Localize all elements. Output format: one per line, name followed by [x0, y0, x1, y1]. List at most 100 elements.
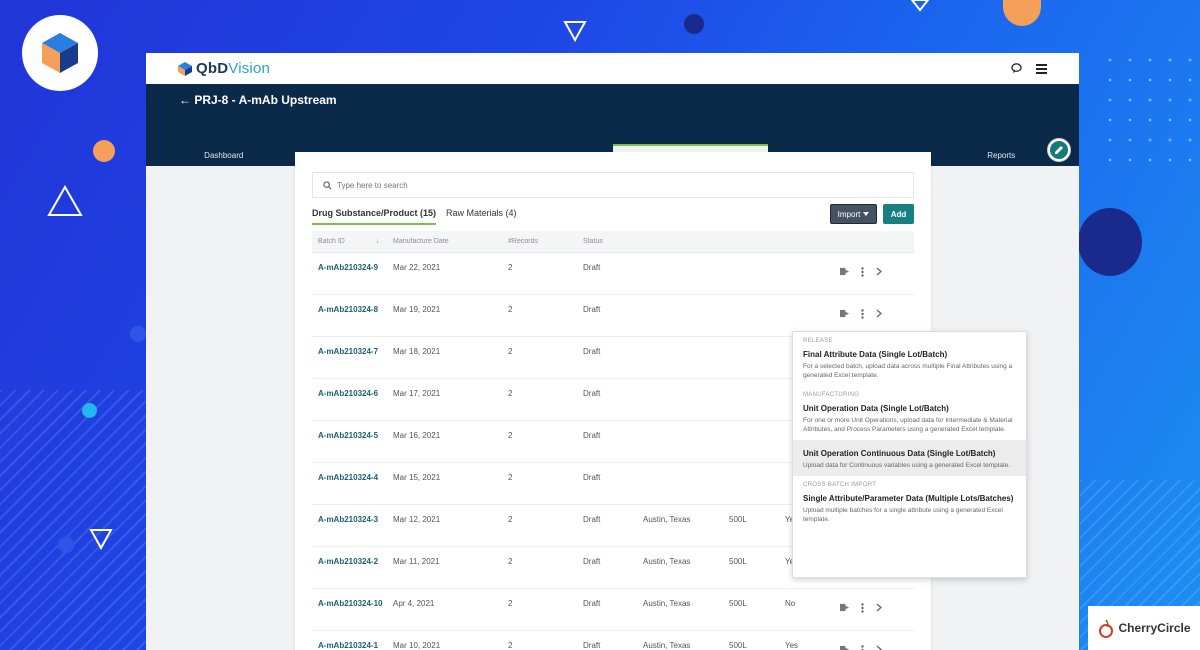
- caret-down-icon: [863, 212, 870, 216]
- more-options-icon[interactable]: [861, 308, 864, 319]
- scale-text: 500L: [723, 504, 779, 547]
- import-single-attribute-item[interactable]: Single Attribute/Parameter Data (Multipl…: [793, 488, 1026, 530]
- manufacture-date: Mar 11, 2021: [387, 546, 502, 589]
- batch-id-link[interactable]: A-mAb210324-7: [312, 336, 387, 379]
- record-count: 2: [502, 378, 577, 421]
- add-button[interactable]: Add: [883, 204, 914, 224]
- hamburger-menu-icon[interactable]: [1036, 63, 1047, 74]
- table-row[interactable]: A-mAb210324-9 Mar 22, 2021 2 Draft: [312, 252, 914, 295]
- import-unit-operation-item[interactable]: Unit Operation Data (Single Lot/Batch) F…: [793, 398, 1026, 440]
- import-row-icon[interactable]: [840, 309, 849, 318]
- col-batch-id[interactable]: Batch ID ↓: [312, 231, 387, 253]
- import-button[interactable]: Import: [830, 204, 877, 224]
- record-count: 2: [502, 420, 577, 463]
- dd-section-cross-batch: CROSS BATCH IMPORT: [803, 482, 877, 488]
- more-options-icon[interactable]: [861, 602, 864, 613]
- bg-dot-navy-2: [1078, 208, 1142, 276]
- bg-stripes-left: [0, 390, 160, 650]
- chevron-right-icon[interactable]: [876, 267, 882, 276]
- chevron-right-icon[interactable]: [876, 645, 882, 650]
- dd-section-release: RELEASE: [803, 338, 833, 344]
- bg-dot-navy-1: [684, 14, 704, 34]
- col-manufacture-date[interactable]: Manufacture Date: [387, 231, 502, 253]
- batch-id-link[interactable]: A-mAb210324-10: [312, 588, 387, 631]
- chat-icon[interactable]: [1011, 63, 1022, 74]
- flag-text: No: [779, 588, 834, 631]
- site-text: [637, 336, 723, 379]
- status-text: Draft: [577, 630, 637, 650]
- table-row[interactable]: A-mAb210324-1 Mar 10, 2021 2 Draft Austin, T…: [312, 630, 914, 650]
- table-row[interactable]: A-mAb210324-10 Apr 4, 2021 2 Draft Austin, T…: [312, 588, 914, 631]
- watermark-text: CherryCircle: [1118, 621, 1191, 635]
- status-text: Draft: [577, 378, 637, 421]
- col-scale[interactable]: [723, 231, 779, 253]
- import-dropdown-menu: RELEASE Final Attribute Data (Single Lot…: [792, 331, 1027, 578]
- record-count: 2: [502, 252, 577, 295]
- batch-id-link[interactable]: A-mAb210324-9: [312, 252, 387, 295]
- cube-logo-badge: [22, 15, 98, 91]
- row-actions: [834, 588, 914, 631]
- batch-id-link[interactable]: A-mAb210324-5: [312, 420, 387, 463]
- brand-name: QbDVision: [196, 60, 271, 77]
- status-text: Draft: [577, 546, 637, 589]
- site-text: [637, 378, 723, 421]
- tab-raw-materials[interactable]: Raw Materials (4): [446, 208, 517, 225]
- col-flag[interactable]: [779, 231, 834, 253]
- search-input[interactable]: [337, 180, 868, 190]
- batch-id-link[interactable]: A-mAb210324-8: [312, 294, 387, 337]
- sort-icon: ↓: [375, 237, 380, 245]
- search-box[interactable]: [312, 172, 914, 198]
- col-records[interactable]: #Records: [502, 231, 577, 253]
- dd-section-manufacturing: MANUFACTURING: [803, 392, 860, 398]
- bg-dot-blue-1: [130, 326, 146, 342]
- scale-text: [723, 378, 779, 421]
- bg-triangle-icon-1: [563, 21, 587, 42]
- bg-triangle-icon-2: [47, 185, 83, 216]
- more-options-icon[interactable]: [861, 266, 864, 277]
- tab-dashboard[interactable]: Dashboard: [146, 144, 302, 166]
- col-status[interactable]: Status: [577, 231, 637, 253]
- col-site[interactable]: [637, 231, 723, 253]
- batch-id-link[interactable]: A-mAb210324-6: [312, 378, 387, 421]
- scale-text: [723, 420, 779, 463]
- scale-text: [723, 252, 779, 295]
- import-row-icon[interactable]: [840, 267, 849, 276]
- tab-drug-substance[interactable]: Drug Substance/Product (15): [312, 208, 437, 225]
- record-count: 2: [502, 462, 577, 505]
- more-options-icon[interactable]: [861, 644, 864, 650]
- record-type-tabs: Drug Substance/Product (15) Raw Material…: [312, 208, 517, 225]
- chevron-right-icon[interactable]: [876, 309, 882, 318]
- scale-text: 500L: [723, 588, 779, 631]
- status-text: Draft: [577, 588, 637, 631]
- record-count: 2: [502, 546, 577, 589]
- edit-button[interactable]: [1048, 139, 1070, 161]
- import-continuous-data-item[interactable]: Unit Operation Continuous Data (Single L…: [793, 440, 1026, 476]
- brand-logo[interactable]: QbDVision: [178, 60, 270, 77]
- batch-id-link[interactable]: A-mAb210324-3: [312, 504, 387, 547]
- bg-dot-orange-1: [93, 140, 115, 162]
- import-final-attribute-item[interactable]: Final Attribute Data (Single Lot/Batch) …: [793, 344, 1026, 386]
- import-label: Import: [837, 209, 861, 219]
- import-row-icon[interactable]: [840, 603, 849, 612]
- bg-triangle-icon-3: [89, 529, 113, 550]
- row-actions: [834, 630, 914, 650]
- row-actions: [834, 294, 914, 337]
- table-row[interactable]: A-mAb210324-8 Mar 19, 2021 2 Draft: [312, 294, 914, 337]
- table-header-row: Batch ID ↓ Manufacture Date #Records Sta…: [312, 231, 914, 253]
- batch-id-link[interactable]: A-mAb210324-4: [312, 462, 387, 505]
- bg-dot-orange-2: [1003, 0, 1041, 26]
- site-text: Austin, Texas: [637, 630, 723, 650]
- import-row-icon[interactable]: [840, 645, 849, 650]
- status-text: Draft: [577, 294, 637, 337]
- site-text: [637, 462, 723, 505]
- col-actions: [834, 231, 914, 253]
- chevron-right-icon[interactable]: [876, 603, 882, 612]
- manufacture-date: Mar 17, 2021: [387, 378, 502, 421]
- batch-id-link[interactable]: A-mAb210324-1: [312, 630, 387, 650]
- project-title[interactable]: ← PRJ-8 - A-mAb Upstream: [179, 93, 337, 107]
- batch-id-link[interactable]: A-mAb210324-2: [312, 546, 387, 589]
- status-text: Draft: [577, 504, 637, 547]
- status-text: Draft: [577, 252, 637, 295]
- manufacture-date: Mar 22, 2021: [387, 252, 502, 295]
- site-text: Austin, Texas: [637, 504, 723, 547]
